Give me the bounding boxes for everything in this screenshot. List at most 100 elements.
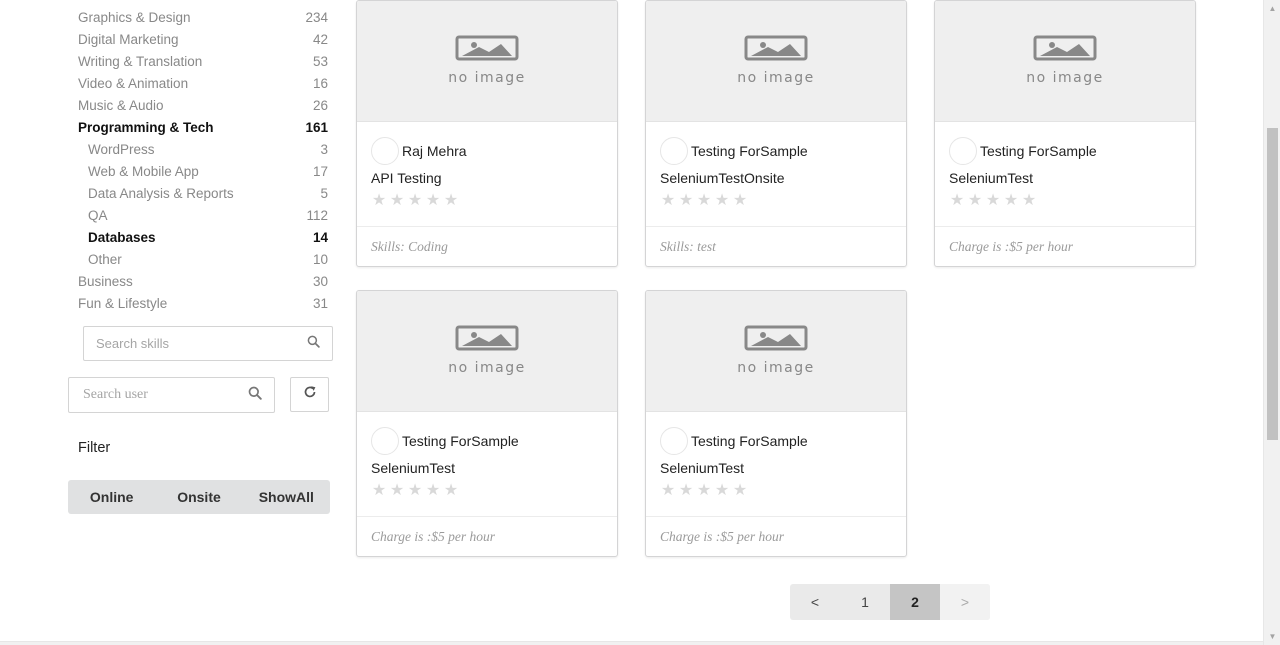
user-name: Testing ForSample [691, 433, 808, 449]
search-skills-input[interactable] [96, 336, 307, 351]
category-count: 31 [312, 295, 328, 311]
card-title[interactable]: SeleniumTest [660, 460, 744, 476]
refresh-icon [303, 385, 317, 404]
image-placeholder-icon: no image [357, 291, 617, 412]
star-icon: ★ [371, 192, 387, 209]
refresh-button[interactable] [290, 377, 329, 412]
star-icon: ★ [407, 482, 423, 499]
subcategory-data-analysis-reports[interactable]: Data Analysis & Reports 5 [88, 182, 328, 204]
user-name: Raj Mehra [402, 143, 467, 159]
service-card[interactable]: no image Testing ForSample SeleniumTestO… [645, 0, 907, 267]
star-icon: ★ [407, 192, 423, 209]
search-icon[interactable] [307, 335, 320, 353]
category-graphics-design[interactable]: Graphics & Design 234 [78, 6, 328, 28]
subcategory-wordpress[interactable]: WordPress 3 [88, 138, 328, 160]
category-label: Programming & Tech [78, 119, 214, 135]
subcategory-web-mobile-app[interactable]: Web & Mobile App 17 [88, 160, 328, 182]
star-rating: ★ ★ ★ ★ ★ [660, 482, 748, 500]
filter-label: Filter [78, 440, 111, 456]
card-title[interactable]: SeleniumTest [949, 170, 1033, 186]
user-name: Testing ForSample [402, 433, 519, 449]
no-image-text: no image [737, 360, 815, 376]
star-icon: ★ [696, 482, 712, 499]
card-user[interactable]: Raj Mehra [371, 137, 467, 165]
star-icon: ★ [371, 482, 387, 499]
star-rating: ★ ★ ★ ★ ★ [371, 482, 459, 500]
scrollbar-thumb[interactable] [1267, 128, 1278, 440]
category-count: 14 [312, 229, 328, 245]
card-title[interactable]: SeleniumTest [371, 460, 455, 476]
avatar [949, 137, 977, 165]
star-rating: ★ ★ ★ ★ ★ [660, 192, 748, 210]
category-fun-lifestyle[interactable]: Fun & Lifestyle 31 [78, 292, 328, 314]
star-icon: ★ [714, 192, 730, 209]
service-card[interactable]: no image Testing ForSample SeleniumTest … [645, 290, 907, 557]
pagination-page-2[interactable]: 2 [890, 584, 940, 620]
category-count: 3 [320, 141, 328, 157]
category-label: Graphics & Design [78, 9, 191, 25]
category-digital-marketing[interactable]: Digital Marketing 42 [78, 28, 328, 50]
category-label: Video & Animation [78, 75, 189, 91]
pagination-next-button[interactable]: > [940, 584, 990, 620]
card-footer: Charge is :$5 per hour [357, 516, 617, 556]
image-placeholder-icon: no image [357, 1, 617, 122]
image-placeholder-icon: no image [646, 291, 906, 412]
card-title[interactable]: SeleniumTestOnsite [660, 170, 785, 186]
filter-showall-button[interactable]: ShowAll [243, 480, 330, 514]
service-card[interactable]: no image Testing ForSample SeleniumTest … [934, 0, 1196, 267]
card-footer: Skills: Coding [357, 226, 617, 266]
category-count: 161 [305, 119, 328, 135]
filter-online-button[interactable]: Online [68, 480, 155, 514]
pagination-prev-button[interactable]: < [790, 584, 840, 620]
user-name: Testing ForSample [980, 143, 1097, 159]
category-label: Business [78, 273, 133, 289]
category-video-animation[interactable]: Video & Animation 16 [78, 72, 328, 94]
category-writing-translation[interactable]: Writing & Translation 53 [78, 50, 328, 72]
category-count: 234 [305, 9, 328, 25]
avatar [660, 427, 688, 455]
card-user[interactable]: Testing ForSample [949, 137, 1097, 165]
category-label: WordPress [88, 141, 155, 157]
subcategory-databases[interactable]: Databases 14 [88, 226, 328, 248]
card-title[interactable]: API Testing [371, 170, 442, 186]
card-user[interactable]: Testing ForSample [371, 427, 519, 455]
star-icon: ★ [949, 192, 965, 209]
subcategory-other[interactable]: Other 10 [88, 248, 328, 270]
subcategory-qa[interactable]: QA 112 [88, 204, 328, 226]
category-label: QA [88, 207, 108, 223]
category-label: Music & Audio [78, 97, 164, 113]
category-count: 10 [312, 251, 328, 267]
search-user-input[interactable] [83, 387, 248, 403]
category-music-audio[interactable]: Music & Audio 26 [78, 94, 328, 116]
category-label: Databases [88, 229, 156, 245]
star-icon: ★ [443, 192, 459, 209]
star-rating: ★ ★ ★ ★ ★ [949, 192, 1037, 210]
category-programming-tech[interactable]: Programming & Tech 161 [78, 116, 328, 138]
star-icon: ★ [1021, 192, 1037, 209]
card-user[interactable]: Testing ForSample [660, 137, 808, 165]
service-card[interactable]: no image Raj Mehra API Testing ★ ★ ★ ★ ★ Ski… [356, 0, 618, 267]
card-footer: Charge is :$5 per hour [646, 516, 906, 556]
service-card[interactable]: no image Testing ForSample SeleniumTest … [356, 290, 618, 557]
filter-button-group: Online Onsite ShowAll [68, 480, 330, 514]
scroll-down-arrow-icon[interactable]: ▼ [1264, 628, 1280, 645]
category-business[interactable]: Business 30 [78, 270, 328, 292]
star-icon: ★ [678, 192, 694, 209]
category-label: Digital Marketing [78, 31, 179, 47]
card-user[interactable]: Testing ForSample [660, 427, 808, 455]
search-icon[interactable] [248, 386, 262, 405]
filter-onsite-button[interactable]: Onsite [155, 480, 242, 514]
vertical-scrollbar[interactable]: ▲ ▼ [1263, 0, 1280, 645]
avatar [371, 427, 399, 455]
no-image-text: no image [737, 70, 815, 86]
card-footer: Skills: test [646, 226, 906, 266]
star-icon: ★ [660, 482, 676, 499]
category-label: Other [88, 251, 122, 267]
category-label: Data Analysis & Reports [88, 185, 234, 201]
scroll-up-arrow-icon[interactable]: ▲ [1264, 0, 1280, 17]
category-count: 26 [312, 97, 328, 113]
image-placeholder-icon: no image [646, 1, 906, 122]
star-icon: ★ [678, 482, 694, 499]
star-icon: ★ [967, 192, 983, 209]
pagination-page-1[interactable]: 1 [840, 584, 890, 620]
